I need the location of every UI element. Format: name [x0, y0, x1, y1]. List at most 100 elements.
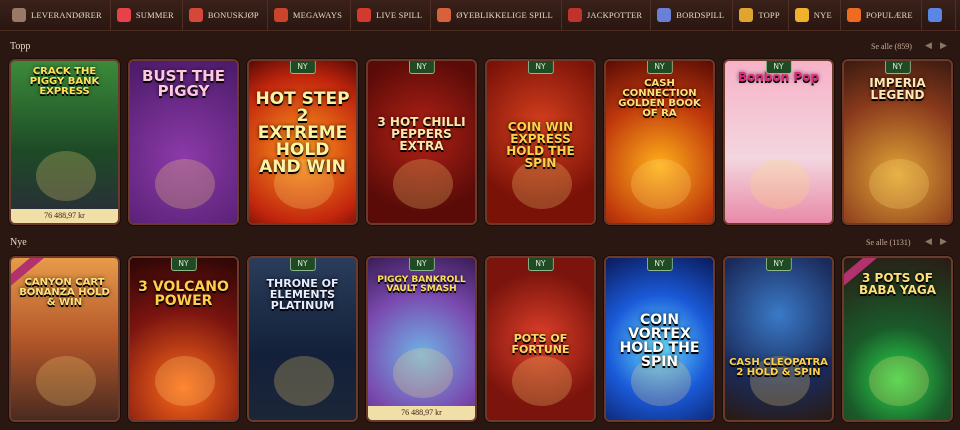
nav-item-11[interactable] [922, 0, 956, 30]
nav-item-label: JACKPOTTER [586, 10, 643, 20]
game-art-shape [869, 159, 929, 209]
new-badge: NY [765, 61, 792, 74]
providers-icon [12, 8, 26, 22]
game-art-shape [631, 159, 691, 209]
joystick-icon [437, 8, 452, 22]
jackpot-amount: 76 488,97 kr [368, 406, 475, 420]
nav-item-10[interactable]: POPULÆRE [841, 0, 922, 30]
game-tile[interactable]: NY CASH CONNECTION GOLDEN BOOK OF RA [604, 59, 715, 225]
game-title: 3 POTS OF BABA YAGA [858, 271, 936, 297]
game-art-shape [274, 356, 334, 406]
crown-icon [739, 8, 754, 22]
section-title-nye: Nye [10, 237, 27, 248]
prev-arrow-icon[interactable]: ◀ [925, 40, 932, 51]
new-badge: NY [408, 61, 435, 74]
nav-item-0[interactable]: LEVERANDØRER [6, 0, 111, 30]
megaways-icon [273, 8, 288, 22]
cards-icon [657, 8, 672, 22]
game-art-shape [393, 159, 453, 209]
game-art-shape [155, 356, 215, 406]
game-title: IMPERIA LEGEND [869, 76, 926, 102]
nav-item-9[interactable]: NYE [789, 0, 841, 30]
section-title-topp: Topp [10, 41, 31, 52]
game-title: HOT STEP 2 EXTREME HOLD AND WIN [255, 89, 350, 177]
next-arrow-icon[interactable]: ▶ [940, 40, 947, 51]
game-tile[interactable]: NY COIN VORTEX HOLD THE SPIN [604, 256, 715, 422]
category-nav: LEVERANDØRER SUMMER BONUSKJØP MEGAWAYS LIVE … [0, 0, 960, 31]
game-tile[interactable]: NY 3 VOLCANO POWER [128, 256, 239, 422]
new-badge: NY [527, 258, 554, 271]
nav-item-label: MEGAWAYS [292, 10, 343, 20]
game-title: CANYON CART BONANZA HOLD & WIN [19, 277, 110, 308]
see-all-topp-link[interactable]: Se alle (859) [871, 42, 912, 51]
nav-item-8[interactable]: TOPP [733, 0, 789, 30]
gift-icon [188, 8, 203, 22]
nav-item-label: TOPP [758, 10, 780, 20]
game-tile[interactable]: CRACK THE PIGGY BANK EXPRESS 76 488,97 kr [9, 59, 120, 225]
game-tile[interactable]: NY HOT STEP 2 EXTREME HOLD AND WIN [247, 59, 358, 225]
game-art-shape [512, 356, 572, 406]
nav-item-1[interactable]: SUMMER [111, 0, 183, 30]
game-title: CASH CLEOPATRA 2 HOLD & SPIN [729, 357, 828, 378]
nav-item-label: LIVE SPILL [376, 10, 423, 20]
game-tile[interactable]: NY Bonbon Pop [723, 59, 834, 225]
game-art-shape [155, 159, 215, 209]
game-art-shape [36, 151, 96, 201]
game-title: CRACK THE PIGGY BANK EXPRESS [29, 66, 100, 97]
game-title: CASH CONNECTION GOLDEN BOOK OF RA [618, 78, 701, 119]
game-row-nye: CANYON CART BONANZA HOLD & WIN NY 3 VOLCAN… [9, 256, 953, 422]
new-badge: NY [884, 61, 911, 74]
new-badge: NY [765, 258, 792, 271]
game-art-shape [750, 159, 810, 209]
game-tile[interactable]: NY CASH CLEOPATRA 2 HOLD & SPIN [723, 256, 834, 422]
nav-item-3[interactable]: MEGAWAYS [268, 0, 352, 30]
new-badge: NY [646, 61, 673, 74]
nav-item-label: POPULÆRE [865, 10, 913, 20]
game-tile[interactable]: NY 3 HOT CHILLI PEPPERS EXTRA [366, 59, 477, 225]
game-tile[interactable]: 3 POTS OF BABA YAGA [842, 256, 953, 422]
game-tile[interactable]: NY THRONE OF ELEMENTS PLATINUM [247, 256, 358, 422]
new-badge: NY [646, 258, 673, 271]
game-title: BUST THE PIGGY [142, 67, 225, 100]
game-title: PIGGY BANKROLL VAULT SMASH [377, 275, 466, 294]
watermelon-icon [116, 8, 131, 22]
prev-arrow-icon[interactable]: ◀ [925, 236, 932, 247]
game-tile[interactable]: NY POTS OF FORTUNE [485, 256, 596, 422]
game-art-shape [869, 356, 929, 406]
nav-item-4[interactable]: LIVE SPILL [351, 0, 432, 30]
game-title: THRONE OF ELEMENTS PLATINUM [266, 277, 339, 312]
diamond-icon [927, 8, 942, 22]
next-arrow-icon[interactable]: ▶ [940, 236, 947, 247]
game-row-topp: CRACK THE PIGGY BANK EXPRESS 76 488,97 kr… [9, 59, 953, 225]
lightning-icon [794, 8, 809, 22]
nav-item-label: ØYEBLIKKELIGE SPILL [456, 10, 553, 20]
game-tile[interactable]: NY IMPERIA LEGEND [842, 59, 953, 225]
game-title: 3 VOLCANO POWER [138, 279, 229, 309]
game-title: COIN VORTEX HOLD THE SPIN [619, 312, 700, 370]
fire-icon [846, 8, 861, 22]
new-badge: NY [170, 258, 197, 271]
new-badge: NY [408, 258, 435, 271]
nav-item-5[interactable]: ØYEBLIKKELIGE SPILL [431, 0, 562, 30]
game-title: POTS OF FORTUNE [511, 332, 570, 356]
nav-item-2[interactable]: BONUSKJØP [183, 0, 268, 30]
nav-item-label: BORDSPILL [676, 10, 725, 20]
jackpot-amount: 76 488,97 kr [11, 209, 118, 223]
seven-icon [567, 8, 582, 22]
game-tile[interactable]: NY COIN WIN EXPRESS HOLD THE SPIN [485, 59, 596, 225]
game-tile[interactable]: BUST THE PIGGY [128, 59, 239, 225]
see-all-nye-link[interactable]: Se alle (1131) [866, 238, 911, 247]
new-badge: NY [527, 61, 554, 74]
game-art-shape [36, 356, 96, 406]
game-tile[interactable]: NY PIGGY BANKROLL VAULT SMASH 76 488,97 kr [366, 256, 477, 422]
live-chip-icon [357, 8, 372, 22]
nav-item-7[interactable]: BORDSPILL [651, 0, 734, 30]
game-title: 3 HOT CHILLI PEPPERS EXTRA [377, 115, 466, 153]
game-tile[interactable]: CANYON CART BONANZA HOLD & WIN [9, 256, 120, 422]
game-title: COIN WIN EXPRESS HOLD THE SPIN [506, 120, 575, 170]
game-art-shape [393, 348, 453, 398]
nav-item-6[interactable]: JACKPOTTER [562, 0, 652, 30]
new-badge: NY [289, 61, 316, 74]
nav-item-label: NYE [813, 10, 832, 20]
nav-item-label: LEVERANDØRER [31, 10, 102, 20]
